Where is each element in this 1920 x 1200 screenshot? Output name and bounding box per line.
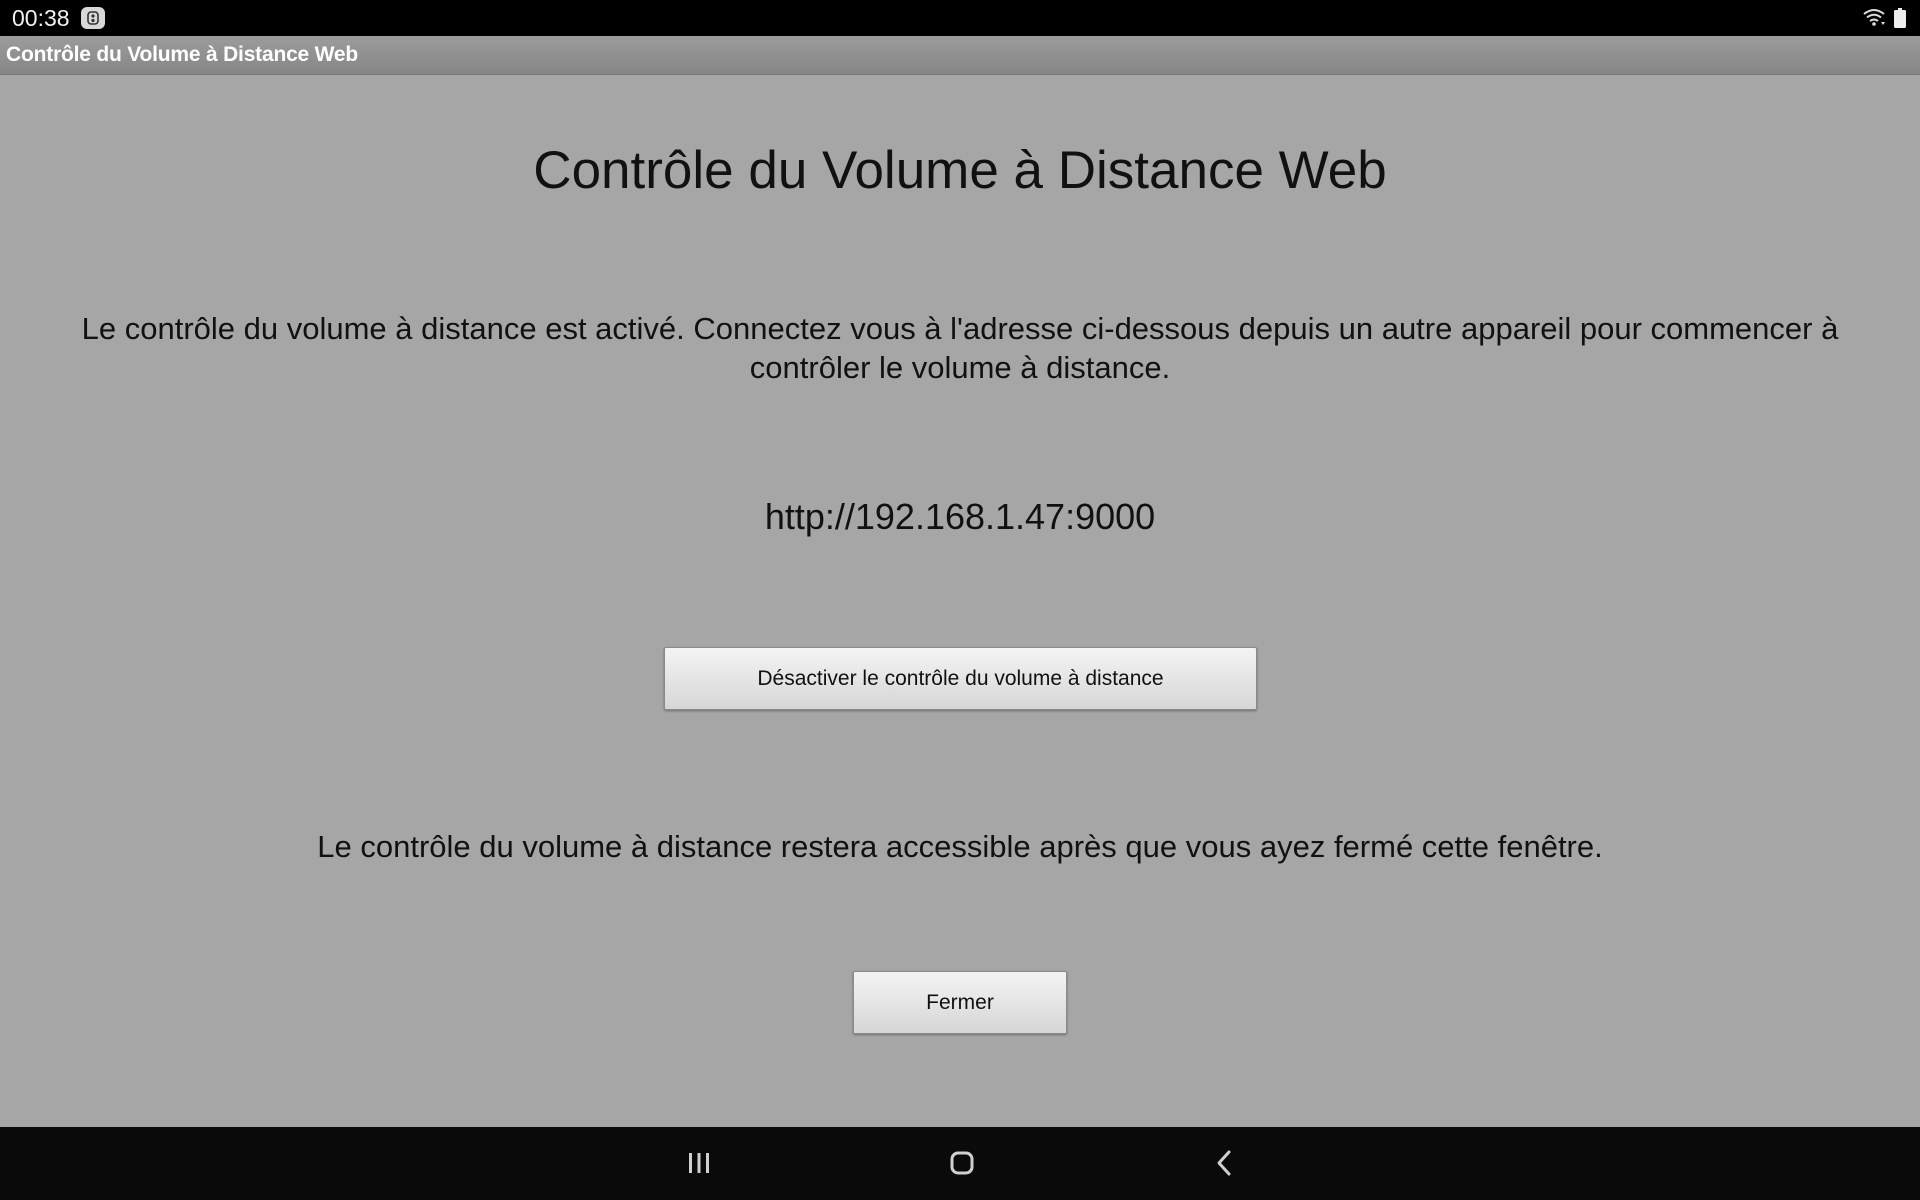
navigation-bar (0, 1127, 1920, 1200)
back-icon[interactable] (1203, 1141, 1247, 1185)
wifi-icon (1862, 7, 1886, 27)
disable-remote-control-button[interactable]: Désactiver le contrôle du volume à dista… (664, 647, 1257, 710)
home-icon[interactable] (940, 1141, 984, 1185)
note-text: Le contrôle du volume à distance restera… (317, 829, 1603, 864)
window-title: Contrôle du Volume à Distance Web (6, 43, 359, 66)
status-bar: 00:38 (0, 0, 1920, 36)
dialog-content: Contrôle du Volume à Distance Web Le con… (0, 75, 1920, 1127)
battery-icon (1894, 8, 1906, 28)
close-button[interactable]: Fermer (853, 971, 1067, 1034)
page-title: Contrôle du Volume à Distance Web (533, 141, 1387, 200)
status-time: 00:38 (12, 5, 70, 31)
server-address: http://192.168.1.47:9000 (764, 496, 1156, 537)
title-bar: Contrôle du Volume à Distance Web (0, 36, 1920, 75)
recents-icon[interactable] (677, 1141, 721, 1185)
description-text: Le contrôle du volume à distance est act… (81, 311, 1839, 385)
app-notification-icon (81, 7, 105, 29)
